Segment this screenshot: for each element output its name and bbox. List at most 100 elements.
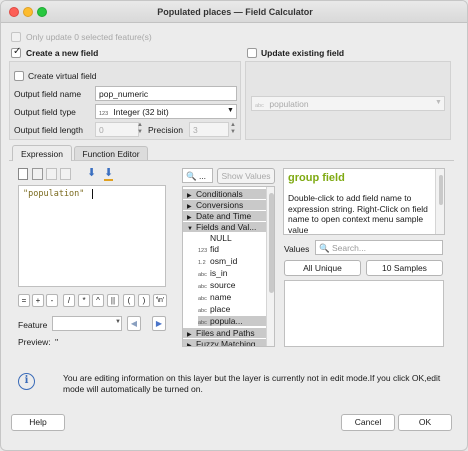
tab-divider — [9, 160, 454, 161]
tree-item-source[interactable]: abc source — [198, 280, 236, 290]
scrollbar-thumb[interactable] — [269, 193, 274, 293]
tree-group-conditionals[interactable]: ▶ Conditionals — [183, 189, 266, 199]
text-type-icon: abc — [198, 308, 207, 314]
expand-arrow-icon: ▶ — [187, 215, 192, 221]
precision-input[interactable]: 3 — [189, 122, 229, 137]
window-title: Populated places — Field Calculator — [157, 7, 313, 17]
function-tree-scrollbar[interactable] — [266, 187, 274, 346]
values-label: Values — [284, 244, 310, 254]
expand-arrow-icon: ▶ — [187, 204, 192, 210]
help-button[interactable]: Help — [11, 414, 65, 431]
new-file-icon[interactable] — [18, 168, 28, 180]
output-field-length-label: Output field length — [14, 125, 83, 135]
open-file-icon[interactable] — [32, 168, 43, 180]
help-panel-body: Double-click to add field name to expres… — [288, 193, 428, 235]
text-type-icon: abc — [198, 284, 207, 290]
operator-equals-button[interactable]: = — [18, 294, 30, 307]
edit-file-icon[interactable] — [46, 168, 57, 180]
operator-minus-button[interactable]: - — [46, 294, 58, 307]
output-field-type-label: Output field type — [14, 107, 76, 117]
output-field-type-select[interactable]: 123 Integer (32 bit) — [95, 104, 237, 119]
operator-concat-button[interactable]: || — [107, 294, 119, 307]
tree-group-date-and-time[interactable]: ▶ Date and Time — [183, 211, 266, 221]
only-update-selected-checkbox[interactable] — [11, 32, 21, 42]
ten-samples-button[interactable]: 10 Samples — [366, 260, 443, 276]
tree-item-population[interactable]: abc popula... — [198, 316, 266, 326]
operator-divide-button[interactable]: / — [63, 294, 75, 307]
operator-multiply-button[interactable]: * — [78, 294, 90, 307]
preview-label: Preview: — [18, 337, 51, 347]
tree-group-fields-and-values[interactable]: ▼ Fields and Val... — [183, 222, 266, 232]
values-search-input[interactable]: 🔍 Search... — [315, 240, 443, 255]
chevron-down-icon: ▼ — [435, 99, 442, 106]
length-stepper-icon[interactable]: ▲ ▼ — [137, 122, 143, 136]
text-type-icon: abc — [198, 272, 207, 278]
text-type-icon: abc — [198, 296, 207, 302]
feature-label: Feature — [18, 320, 48, 330]
integer-type-icon: 123 — [99, 111, 109, 117]
next-feature-button[interactable]: ▶ — [152, 316, 166, 331]
text-type-icon: abc — [198, 320, 207, 326]
output-field-name-input[interactable]: pop_numeric — [95, 86, 237, 101]
tab-function-editor[interactable]: Function Editor — [74, 146, 148, 160]
title-bar: Populated places — Field Calculator — [1, 1, 467, 23]
tree-item-null[interactable]: NULL — [198, 233, 232, 243]
tree-item-name[interactable]: abc name — [198, 292, 231, 302]
precision-label: Precision — [148, 125, 183, 135]
expand-arrow-icon: ▶ — [187, 193, 192, 199]
scrollbar-thumb[interactable] — [439, 175, 443, 205]
operator-open-paren-button[interactable]: ( — [123, 294, 135, 307]
tree-item-is-in[interactable]: abc is_in — [198, 268, 227, 278]
output-field-length-input[interactable]: 0 — [95, 122, 139, 137]
chevron-down-icon: ▼ — [227, 107, 234, 114]
only-update-selected-label: Only update 0 selected feature(s) — [26, 32, 152, 42]
create-virtual-field-label: Create virtual field — [28, 71, 97, 81]
function-search-input[interactable]: 🔍 ... — [182, 168, 213, 183]
expression-text: "population" — [23, 189, 85, 199]
create-new-field-label: Create a new field — [26, 48, 99, 58]
tree-item-osm-id[interactable]: 1.2 osm_id — [198, 256, 237, 266]
help-panel: group field Double-click to add field na… — [283, 168, 445, 235]
help-panel-scrollbar[interactable] — [435, 169, 444, 234]
function-tree[interactable]: ▶ Conditionals ▶ Conversions ▶ Date and Tim… — [182, 186, 275, 347]
show-values-button[interactable]: Show Values — [217, 168, 275, 184]
tree-item-fid[interactable]: 123 fid — [198, 244, 219, 254]
update-existing-field-checkbox[interactable] — [247, 48, 257, 58]
integer-type-icon: 123 — [198, 248, 208, 254]
tree-group-fuzzy-matching[interactable]: ▶ Fuzzy Matching — [183, 339, 266, 347]
cancel-button[interactable]: Cancel — [341, 414, 395, 431]
export-icon[interactable]: ⬇ — [104, 166, 114, 181]
field-calculator-window: Populated places — Field Calculator Only… — [0, 0, 468, 451]
existing-field-select[interactable]: abc population — [251, 96, 445, 111]
tab-expression[interactable]: Expression — [12, 145, 72, 161]
text-cursor — [92, 189, 93, 199]
checkmark-icon: ✓ — [13, 46, 22, 57]
expand-arrow-icon: ▶ — [187, 343, 192, 347]
operator-newline-button[interactable]: '\n' — [153, 294, 167, 307]
import-icon[interactable]: ⬇ — [87, 166, 96, 179]
operator-close-paren-button[interactable]: ) — [138, 294, 150, 307]
create-new-field-checkbox[interactable]: ✓ — [11, 46, 22, 58]
feature-select[interactable] — [52, 316, 122, 331]
values-list[interactable] — [284, 280, 444, 347]
precision-stepper-icon[interactable]: ▲ ▼ — [230, 122, 236, 136]
all-unique-button[interactable]: All Unique — [284, 260, 361, 276]
create-virtual-field-checkbox[interactable] — [14, 71, 24, 81]
edit-mode-info-message: You are editing information on this laye… — [63, 373, 441, 394]
collapse-arrow-icon: ▼ — [187, 226, 193, 232]
tree-group-files-and-paths[interactable]: ▶ Files and Paths — [183, 328, 266, 338]
search-icon: 🔍 — [186, 171, 197, 181]
tree-item-place[interactable]: abc place — [198, 304, 230, 314]
delete-file-icon[interactable] — [60, 168, 71, 180]
ok-button[interactable]: OK — [398, 414, 452, 431]
expand-arrow-icon: ▶ — [187, 332, 192, 338]
chevron-down-icon: ▼ — [115, 319, 121, 325]
tree-group-conversions[interactable]: ▶ Conversions — [183, 200, 266, 210]
operator-plus-button[interactable]: + — [32, 294, 44, 307]
existing-field-value: population — [269, 99, 309, 109]
expression-editor[interactable]: "population" — [18, 185, 166, 287]
info-icon: i — [18, 373, 35, 390]
previous-feature-button[interactable]: ◀ — [127, 316, 141, 331]
operator-power-button[interactable]: ^ — [92, 294, 104, 307]
output-field-name-label: Output field name — [14, 89, 82, 99]
